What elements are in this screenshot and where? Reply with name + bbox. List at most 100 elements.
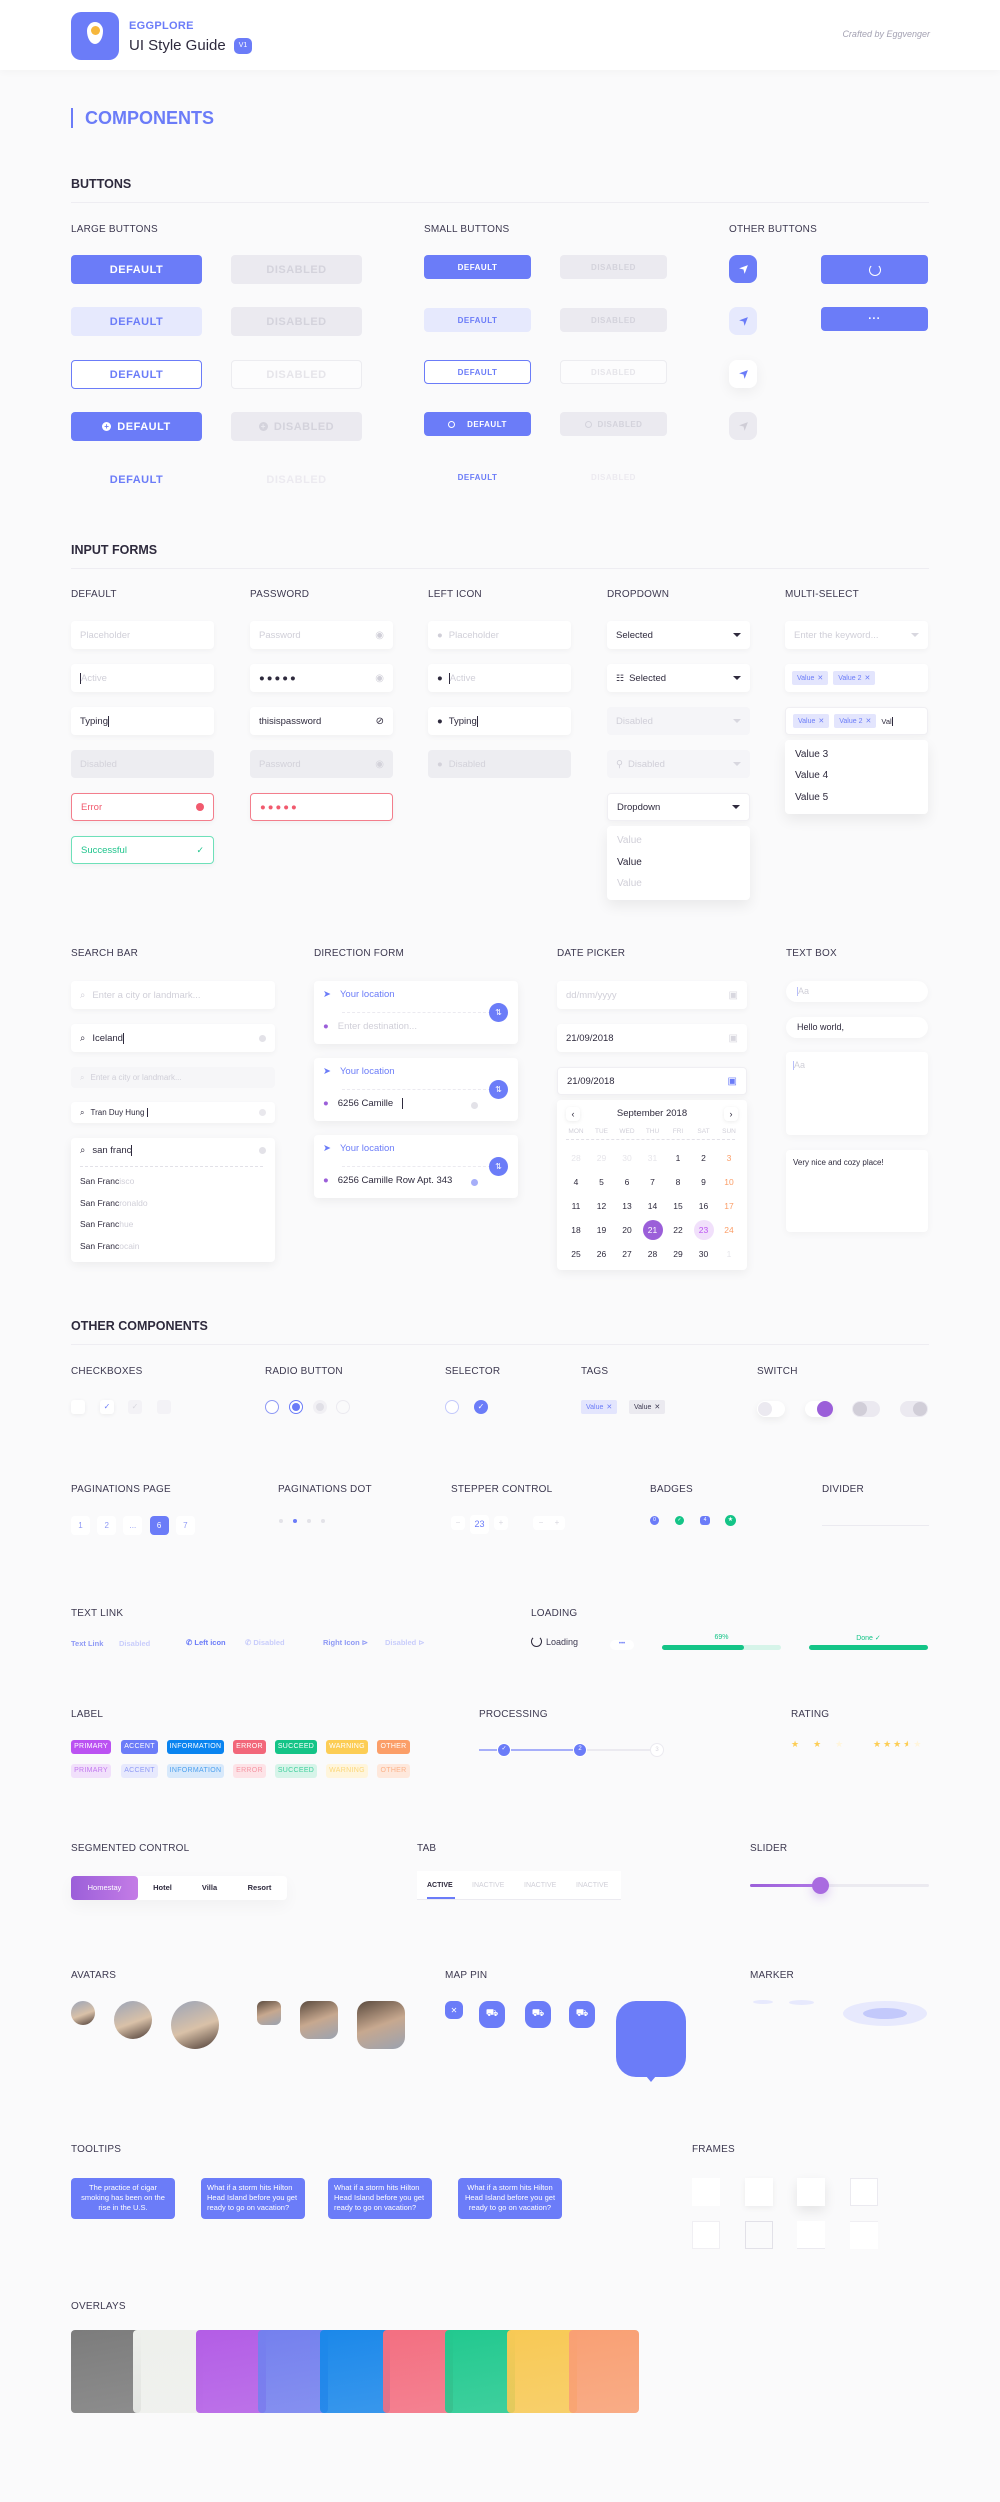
rating-star-half[interactable]: ★ [813,1739,835,1749]
tab-inactive[interactable]: INACTIVE [524,1882,556,1889]
text-input-active[interactable]: Active [71,664,214,692]
close-icon[interactable]: ✕ [866,717,872,725]
tab-inactive[interactable]: INACTIVE [576,1882,608,1889]
calendar-day[interactable]: 16 [694,1196,714,1216]
multiselect-option[interactable]: Value 4 [795,770,828,781]
calendar-day[interactable]: 29 [668,1244,688,1264]
calendar-day[interactable]: 28 [643,1244,663,1264]
suggestion-item[interactable]: San Francronaldo [80,1198,148,1208]
small-icon-button[interactable]: DEFAULT [424,412,531,436]
dropdown-option[interactable]: Value [617,835,642,846]
origin-field[interactable]: ➤ Your location [323,1143,395,1154]
text-box-single-empty[interactable]: Aa [786,981,928,1002]
text-area-filled[interactable]: Very nice and cozy place! [786,1150,928,1232]
switch-off[interactable] [757,1401,785,1417]
tab-inactive[interactable]: INACTIVE [472,1882,504,1889]
calendar-day[interactable]: 18 [566,1220,586,1240]
location-input-active[interactable]: ● Active [428,664,571,692]
radio-unselected[interactable] [265,1400,279,1414]
large-secondary-button[interactable]: DEFAULT [71,307,202,336]
checkbox-checked[interactable]: ✓ [100,1400,114,1414]
eye-off-icon[interactable]: ⊘ [376,716,384,727]
navigate-icon-button-light[interactable] [729,307,757,335]
calendar-icon[interactable]: ▣ [729,1033,738,1044]
checkbox-unchecked[interactable] [71,1400,85,1414]
pagination-dot[interactable] [321,1519,325,1523]
rating-star-full[interactable]: ★ [883,1739,893,1749]
date-input-filled[interactable]: 21/09/2018 ▣ [557,1024,747,1052]
close-icon[interactable]: ✕ [654,1403,660,1411]
search-input-placeholder[interactable]: ⌕ Enter a city or landmark... [71,981,275,1009]
clear-icon[interactable] [259,1147,266,1154]
clear-icon[interactable] [471,1179,478,1186]
large-icon-button[interactable]: + DEFAULT [71,412,202,441]
calendar-day[interactable]: 5 [592,1172,612,1192]
pagination-page[interactable]: 1 [71,1516,90,1535]
date-input-placeholder[interactable]: dd/mm/yyyy ▣ [557,981,747,1009]
pagination-page-current[interactable]: 6 [149,1516,169,1535]
calendar-day[interactable]: 20 [617,1220,637,1240]
loading-button[interactable] [821,255,928,284]
swap-direction-button[interactable]: ⇅ [489,1003,508,1022]
multiselect-input-empty[interactable]: Enter the keyword... [785,621,928,649]
calendar-day-selected[interactable]: 21 [642,1220,663,1240]
eye-icon[interactable]: ◉ [375,630,384,641]
segment-homestay[interactable]: Homestay [71,1876,138,1900]
calendar-day[interactable]: 30 [694,1244,714,1264]
dropdown-option[interactable]: Value [617,878,642,889]
calendar-day[interactable]: 13 [617,1196,637,1216]
calendar-day-highlighted[interactable]: 23 [693,1220,714,1240]
password-input-masked[interactable]: ●●●●● ◉ [250,664,393,692]
clear-icon[interactable] [259,1109,266,1116]
calendar-day[interactable]: 2 [694,1148,714,1168]
large-text-button[interactable]: DEFAULT [71,465,202,494]
map-pin-large[interactable] [616,2001,686,2077]
pagination-page[interactable]: 7 [175,1516,195,1535]
radio-selected[interactable] [289,1400,303,1414]
small-secondary-button[interactable]: DEFAULT [424,308,531,332]
calendar-day[interactable]: 7 [643,1172,663,1192]
small-primary-button[interactable]: DEFAULT [424,255,531,279]
next-month-button[interactable]: › [724,1107,738,1121]
more-button[interactable]: ··· [821,307,928,331]
text-link-right-icon[interactable]: Right Icon ⊳ [323,1638,368,1647]
search-input-small-placeholder[interactable]: ⌕ Enter a city or landmark... [71,1067,275,1088]
text-link-left-icon[interactable]: ✆ Left icon [186,1638,226,1647]
calendar-day[interactable]: 10 [719,1172,739,1192]
selector-selected[interactable]: ✓ [474,1400,488,1414]
map-pin-left[interactable]: ⛟ [525,2001,551,2028]
text-link[interactable]: Text Link [71,1639,103,1648]
text-area-empty[interactable]: Aa [786,1052,928,1135]
stepper-value[interactable]: 23 [470,1515,489,1534]
text-input-error[interactable]: Error [71,793,214,821]
calendar-day[interactable]: 4 [566,1172,586,1192]
small-outline-button[interactable]: DEFAULT [424,360,531,384]
origin-field[interactable]: ➤ Your location [323,989,395,1000]
rating-star-empty[interactable]: ★ [835,1739,857,1749]
multiselect-input-typing[interactable]: Value ✕ Value 2 ✕ Val [785,707,928,735]
multiselect-option[interactable]: Value 3 [795,749,828,760]
origin-field[interactable]: ➤ Your location [323,1066,395,1077]
search-input-small-typing[interactable]: ⌕ Tran Duy Hung [71,1102,275,1123]
calendar-day[interactable]: 25 [566,1244,586,1264]
location-input-typing[interactable]: ● Typing [428,707,571,735]
close-icon[interactable]: ✕ [606,1403,612,1411]
navigate-icon-button-white[interactable] [729,360,757,388]
eye-icon[interactable]: ◉ [375,673,384,684]
suggestion-item[interactable]: San Francisco [80,1176,134,1186]
password-input-error[interactable]: ●●●●● [250,793,393,821]
text-box-single-filled[interactable]: Hello world, [786,1017,928,1038]
calendar-day[interactable]: 14 [643,1196,663,1216]
pagination-page[interactable]: ... [123,1516,143,1535]
text-input-typing[interactable]: Typing [71,707,214,735]
calendar-day[interactable]: 12 [592,1196,612,1216]
dropdown-option[interactable]: Value [617,857,642,868]
close-icon[interactable]: ✕ [817,674,823,682]
slider-handle[interactable] [811,1877,829,1894]
password-input-revealed[interactable]: thisispassword ⊘ [250,707,393,735]
selector-unselected[interactable] [445,1400,459,1414]
calendar-icon[interactable]: ▣ [729,990,738,1001]
calendar-day[interactable]: 19 [592,1220,612,1240]
rating-star-full[interactable]: ★ [791,1739,813,1749]
dropdown-open[interactable]: Dropdown [607,793,750,821]
